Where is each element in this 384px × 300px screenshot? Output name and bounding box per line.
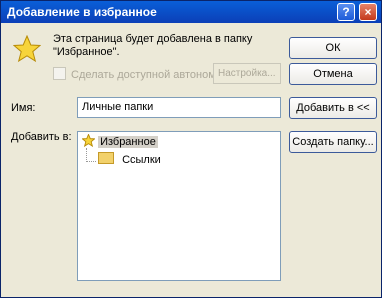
offline-checkbox-label: Сделать доступной автономно [71, 69, 228, 81]
name-input[interactable]: Личные папки [77, 97, 281, 118]
info-message-line2: "Избранное". [53, 46, 120, 58]
offline-checkbox-row[interactable]: Сделать доступной автономно [53, 67, 228, 81]
cancel-button[interactable]: Отмена [289, 63, 377, 85]
dialog-title: Добавление в избранное [7, 5, 157, 19]
offline-settings-button: Настройка... [213, 63, 281, 84]
help-button[interactable]: ? [337, 3, 355, 21]
close-button[interactable]: × [359, 3, 377, 21]
folder-tree[interactable]: Избранное Ссылки [77, 131, 281, 281]
name-label: Имя: [11, 102, 36, 114]
info-message: Эта страница будет добавлена в папку "Из… [53, 33, 283, 59]
tree-node-favorites[interactable]: Избранное [81, 133, 158, 149]
ok-button[interactable]: ОК [289, 37, 377, 59]
tree-node-links[interactable]: Ссылки [98, 152, 163, 167]
info-message-line1: Эта страница будет добавлена в папку [53, 33, 253, 45]
star-icon [13, 35, 41, 63]
add-to-button[interactable]: Добавить в << [289, 97, 377, 119]
tree-connector [86, 148, 87, 162]
tree-node-label: Ссылки [122, 154, 161, 166]
folder-icon [98, 152, 114, 164]
title-bar: Добавление в избранное ? × [1, 1, 381, 23]
tree-connector [86, 161, 96, 162]
favorites-dialog: Добавление в избранное ? × Эта страница … [0, 0, 382, 298]
star-icon [81, 133, 96, 148]
offline-checkbox[interactable] [53, 67, 66, 80]
new-folder-button[interactable]: Создать папку... [289, 131, 377, 153]
tree-node-label: Избранное [98, 136, 158, 148]
add-to-label: Добавить в: [11, 131, 72, 143]
